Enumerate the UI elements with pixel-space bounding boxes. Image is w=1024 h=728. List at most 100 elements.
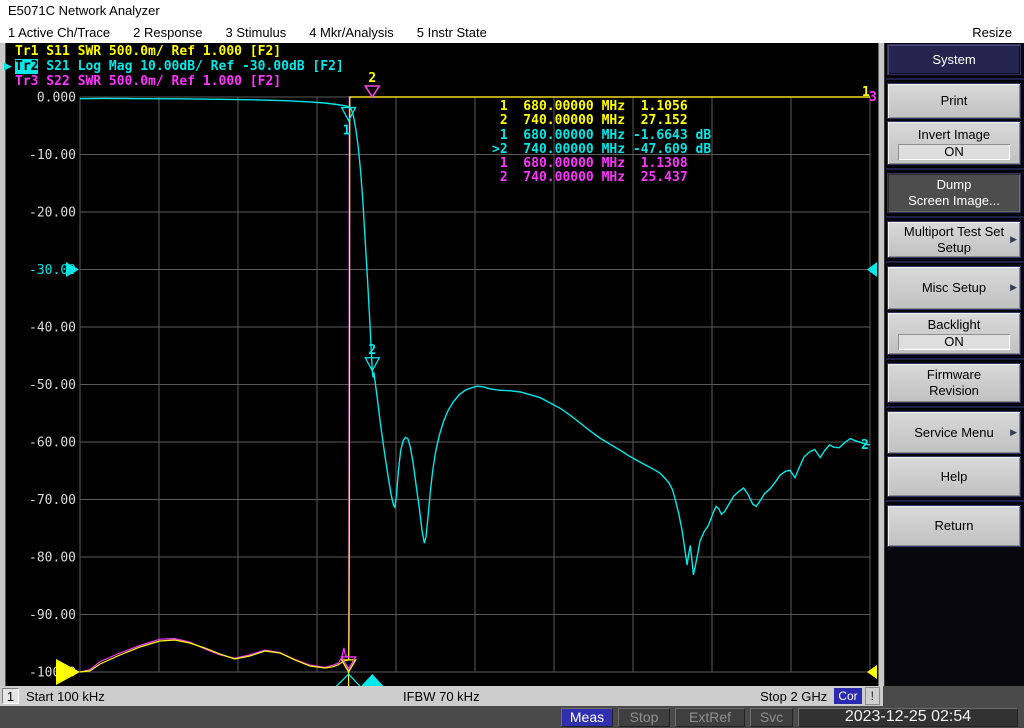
marker-2-glyph-tr1[interactable] — [365, 86, 379, 97]
ifbw-label: IFBW 70 kHz — [403, 689, 480, 704]
marker-readout-row: 1 680.00000 MHz 1.1308 — [492, 157, 711, 171]
y-axis-tick-label: 0.000 — [37, 91, 76, 106]
y-axis-tick-label: -10.00 — [29, 148, 76, 163]
status-segment-extref: ExtRef — [675, 708, 745, 727]
y-axis-tick-label: -70.00 — [29, 493, 76, 508]
instrument-status-bar: MeasStopExtRefSvc2023-12-25 02:54 — [0, 706, 1024, 728]
softkey-system[interactable]: System — [887, 44, 1021, 75]
trace-format: S22 SWR 500.0m/ Ref 1.000 [F2] — [38, 74, 281, 89]
trace-name: Tr2 — [15, 59, 38, 74]
softkey-label: Screen Image... — [908, 193, 1000, 209]
trace-format: S11 SWR 500.0m/ Ref 1.000 [F2] — [38, 44, 281, 59]
softkey-menu: SystemPrintInvert ImageONDumpScreen Imag… — [885, 43, 1024, 686]
trace-legend-row-tr3[interactable]: Tr3 S22 SWR 500.0m/ Ref 1.000 [F2] — [4, 74, 344, 89]
softkey-label: System — [932, 52, 975, 68]
marker-2-glyph-tr3[interactable] — [365, 86, 379, 97]
sweep-stop-group: Stop 2 GHz Cor ! — [760, 687, 883, 705]
softkey-help[interactable]: Help — [887, 456, 1021, 497]
softkey-group-separator — [886, 357, 1024, 361]
marker-readout-table: 1 680.00000 MHz 1.1056 2 740.00000 MHz 2… — [492, 100, 711, 186]
correction-badge: Cor — [834, 688, 861, 704]
ref-level-arrow-right-tr1 — [867, 665, 877, 679]
menu-items: 1 Active Ch/Trace 2 Response 3 Stimulus 4 M… — [8, 23, 510, 43]
trace-end-label-tr1: 1 — [862, 85, 870, 100]
submenu-arrow-icon: ▶ — [1010, 282, 1017, 293]
marker-2-stimulus-indicator[interactable] — [359, 674, 385, 686]
menu-item-4[interactable]: 4 Mkr/Analysis — [309, 25, 394, 40]
softkey-label: Revision — [929, 383, 979, 399]
softkey-invert-image[interactable]: Invert ImageON — [887, 121, 1021, 165]
marker-readout-row: 1 680.00000 MHz -1.6643 dB — [492, 129, 711, 143]
softkey-group-separator — [886, 77, 1024, 81]
y-axis-tick-label: -50.00 — [29, 378, 76, 393]
softkey-label: Print — [941, 93, 968, 109]
softkey-backlight[interactable]: BacklightON — [887, 312, 1021, 355]
softkey-label: Service Menu — [914, 425, 993, 441]
menu-item-5[interactable]: 5 Instr State — [417, 25, 487, 40]
y-axis-tick-label: -20.00 — [29, 206, 76, 221]
softkey-label: Return — [934, 518, 973, 534]
softkey-group-separator — [886, 215, 1024, 219]
trace-end-label-tr2: 2 — [861, 438, 869, 453]
softkey-group-separator — [886, 405, 1024, 409]
trace-legend-row-tr2[interactable]: ▶Tr2 S21 Log Mag 10.00dB/ Ref -30.00dB [… — [4, 59, 344, 74]
channel-number-box: 1 — [2, 688, 19, 704]
channel-status-bar: 1 Start 100 kHz IFBW 70 kHz Stop 2 GHz C… — [0, 686, 883, 706]
menu-item-1[interactable]: 1 Active Ch/Trace — [8, 25, 110, 40]
ref-level-arrow-left-tr1 — [56, 659, 80, 685]
softkey-group-separator — [886, 499, 1024, 503]
trace-name: Tr3 — [15, 74, 38, 89]
menu-item-resize[interactable]: Resize — [972, 23, 1012, 43]
active-trace-arrow-icon: ▶ — [4, 59, 15, 74]
softkey-toggle-state: ON — [898, 334, 1010, 350]
softkey-label: Dump — [937, 177, 972, 193]
softkey-toggle-state: ON — [898, 144, 1010, 160]
screen-sidebar-divider — [878, 43, 885, 686]
sweep-start-label: Start 100 kHz — [26, 689, 105, 704]
alert-badge: ! — [865, 687, 880, 705]
y-axis-tick-label: -40.00 — [29, 321, 76, 336]
status-segment-stop: Stop — [618, 708, 670, 727]
ref-level-arrow-right-tr2 — [867, 262, 877, 277]
analyzer-screen: 0.000-10.00-20.00-30.00-40.00-50.00-60.0… — [0, 43, 1024, 686]
softkey-multiport-test-set-setup[interactable]: Multiport Test SetSetup▶ — [887, 221, 1021, 258]
submenu-arrow-icon: ▶ — [1010, 233, 1017, 244]
window-title: E5071C Network Analyzer — [8, 3, 160, 18]
y-axis-tick-label: -60.00 — [29, 436, 76, 451]
menu-bar: 1 Active Ch/Trace 2 Response 3 Stimulus 4 M… — [0, 22, 1024, 43]
softkey-label: Invert Image — [918, 127, 990, 143]
trace-arrow-slot — [4, 44, 15, 59]
menu-item-2[interactable]: 2 Response — [133, 25, 202, 40]
softkey-service-menu[interactable]: Service Menu ▶ — [887, 411, 1021, 454]
softkey-dump-screen-image[interactable]: DumpScreen Image... — [887, 173, 1021, 213]
y-axis-tick-label: -90.00 — [29, 608, 76, 623]
softkey-firmware-revision[interactable]: FirmwareRevision — [887, 363, 1021, 403]
marker-1-label-tr2: 1 — [343, 124, 351, 139]
statusbar-fill — [883, 686, 1024, 706]
sweep-stop-label: Stop 2 GHz — [760, 689, 827, 704]
marker-2-label-tr1: 2 — [368, 71, 376, 86]
status-segment-svc: Svc — [750, 708, 793, 727]
softkey-misc-setup[interactable]: Misc Setup▶ — [887, 266, 1021, 310]
marker-2-label-tr2: 2 — [368, 343, 376, 358]
marker-readout-row: 2 740.00000 MHz 25.437 — [492, 171, 711, 185]
marker-readout-row: >2 740.00000 MHz -47.609 dB — [492, 143, 711, 157]
title-bar: E5071C Network Analyzer — [0, 0, 1024, 22]
plot-area: 0.000-10.00-20.00-30.00-40.00-50.00-60.0… — [0, 43, 884, 686]
trace-name: Tr1 — [15, 44, 38, 59]
y-axis-tick-label: -80.00 — [29, 551, 76, 566]
status-segment-meas: Meas — [561, 708, 613, 727]
trace-format: S21 Log Mag 10.00dB/ Ref -30.00dB [F2] — [38, 59, 343, 74]
softkey-group-separator — [886, 260, 1024, 264]
softkey-group-separator — [886, 167, 1024, 171]
softkey-print[interactable]: Print — [887, 83, 1021, 119]
softkey-label: Firmware — [927, 367, 981, 383]
app-window: E5071C Network Analyzer 1 Active Ch/Trac… — [0, 0, 1024, 728]
menu-item-3[interactable]: 3 Stimulus — [226, 25, 287, 40]
submenu-arrow-icon: ▶ — [1010, 426, 1017, 437]
softkey-return[interactable]: Return — [887, 505, 1021, 547]
trace-legend-row-tr1[interactable]: Tr1 S11 SWR 500.0m/ Ref 1.000 [F2] — [4, 44, 344, 59]
trace-arrow-slot — [4, 74, 15, 89]
marker-readout-row: 2 740.00000 MHz 27.152 — [492, 114, 711, 128]
softkey-label: Multiport Test Set — [904, 224, 1004, 240]
